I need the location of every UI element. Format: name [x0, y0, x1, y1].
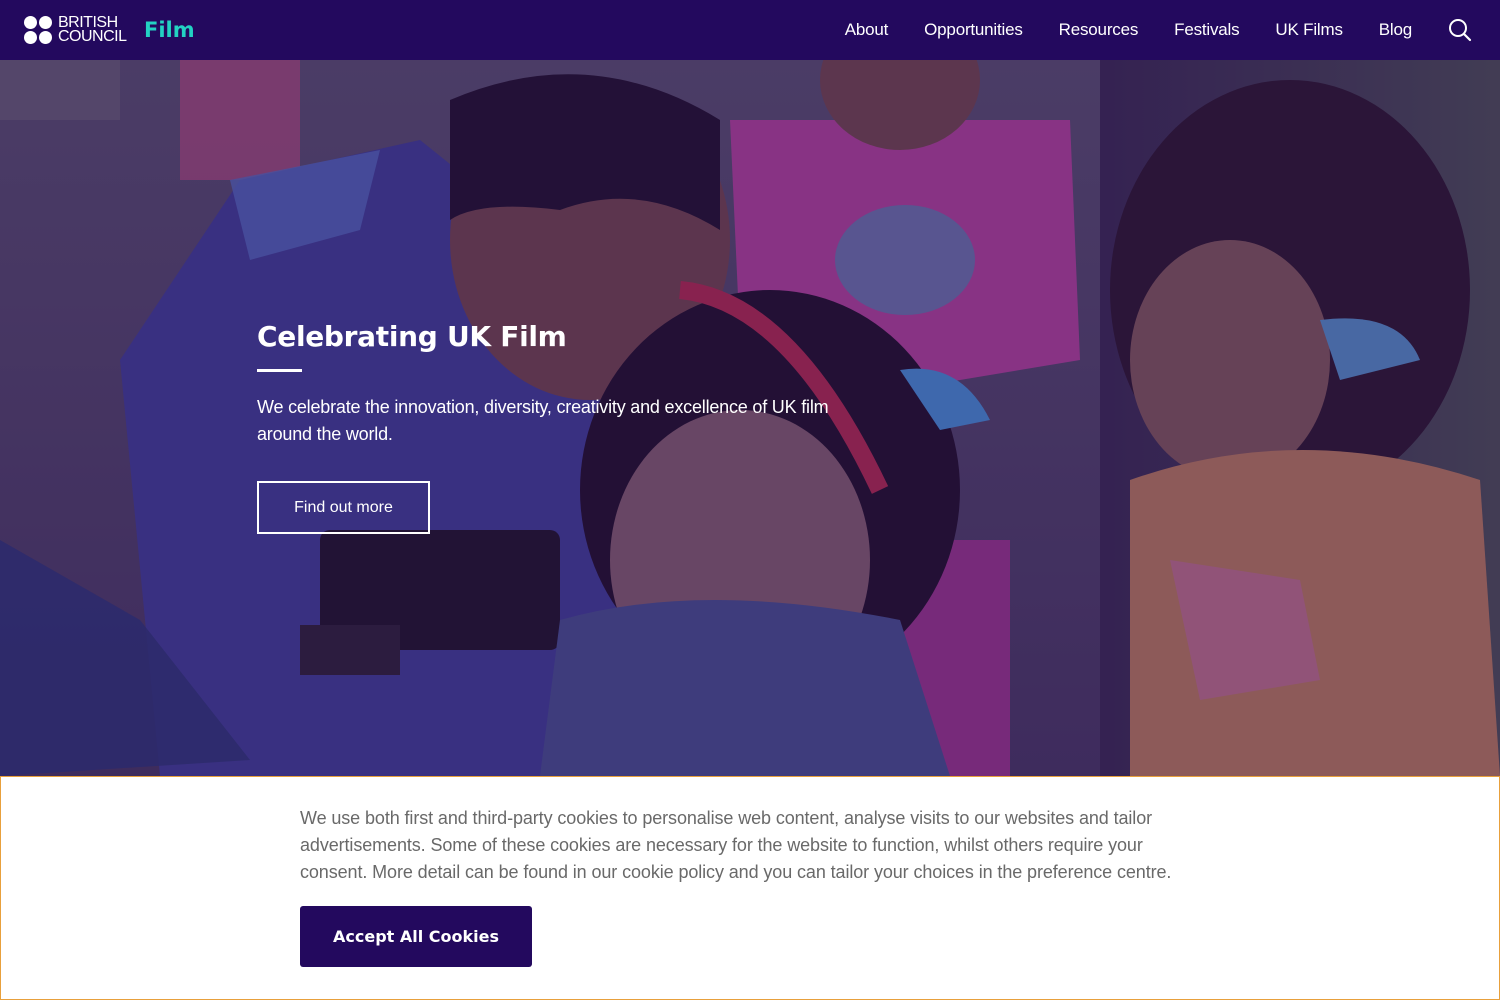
nav-opportunities[interactable]: Opportunities: [924, 20, 1023, 40]
nav-resources[interactable]: Resources: [1059, 20, 1139, 40]
logo-line-2: COUNCIL: [58, 28, 127, 45]
cookie-banner-text: We use both first and third-party cookie…: [300, 808, 1172, 882]
main-nav: About Opportunities Resources Festivals …: [809, 0, 1412, 60]
site-name-link[interactable]: Film: [144, 18, 195, 42]
hero-description: We celebrate the innovation, diversity, …: [257, 397, 829, 444]
nav-blog[interactable]: Blog: [1379, 20, 1412, 40]
nav-about[interactable]: About: [845, 20, 889, 40]
hero-content: Celebrating UK Film We celebrate the inn…: [257, 320, 837, 534]
hero-divider: [257, 369, 302, 372]
nav-uk-films[interactable]: UK Films: [1275, 20, 1343, 40]
hero-title: Celebrating UK Film: [257, 320, 567, 353]
british-council-logo[interactable]: BRITISH COUNCIL: [24, 15, 127, 45]
accept-all-cookies-button[interactable]: Accept All Cookies: [300, 906, 532, 967]
hero-section: Celebrating UK Film We celebrate the inn…: [0, 60, 1500, 776]
logo-wordmark: BRITISH COUNCIL: [58, 15, 127, 45]
logo-dots-icon: [24, 15, 54, 45]
site-header: BRITISH COUNCIL Film About Opportunities…: [0, 0, 1500, 60]
find-out-more-button[interactable]: Find out more: [257, 481, 430, 534]
cookie-banner: We use both first and third-party cookie…: [0, 776, 1500, 1000]
search-icon[interactable]: [1448, 18, 1472, 42]
nav-festivals[interactable]: Festivals: [1174, 20, 1239, 40]
